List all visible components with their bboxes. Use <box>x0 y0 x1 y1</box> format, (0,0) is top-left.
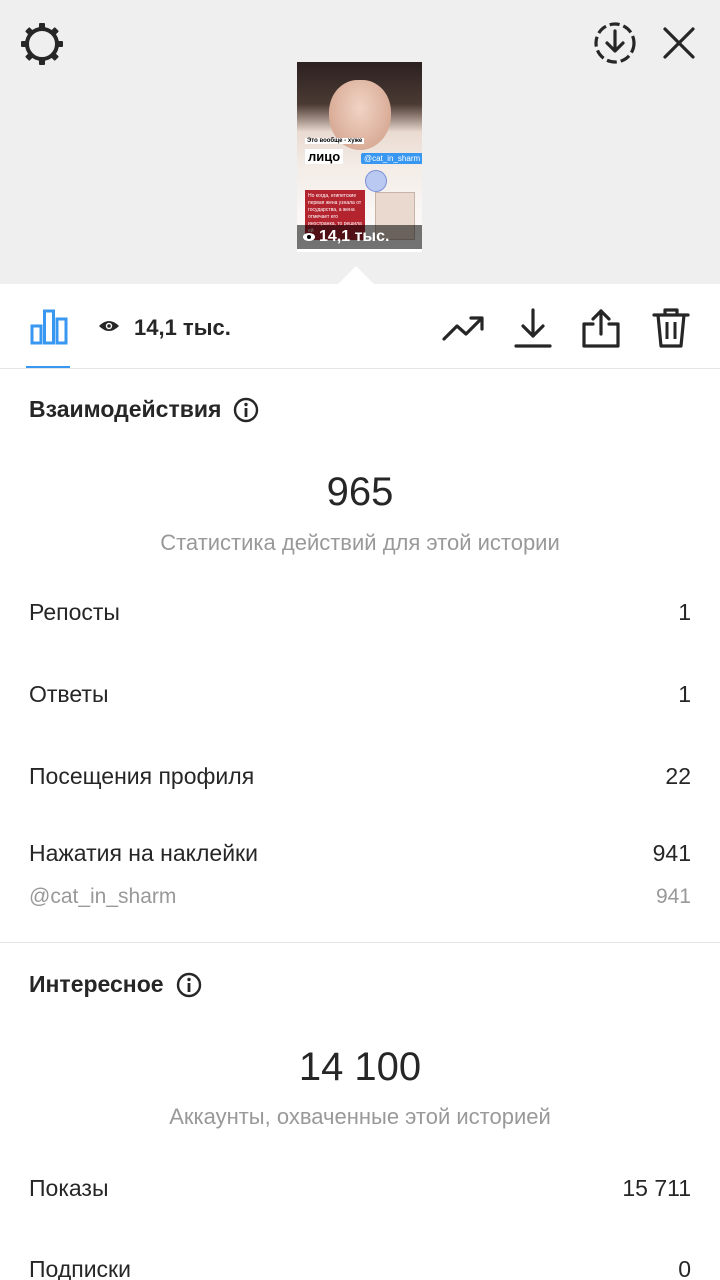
interactions-total: 965 <box>326 470 394 514</box>
info-icon[interactable] <box>176 972 202 998</box>
follows-label: Подписки <box>29 1256 131 1280</box>
trending-arrow-icon[interactable] <box>440 305 486 351</box>
impressions-label: Показы <box>29 1175 109 1201</box>
reposts-value: 1 <box>678 599 691 625</box>
reach-subtitle: Аккаунты, охваченные этой историей <box>169 1104 551 1129</box>
settings-gear-icon[interactable] <box>18 20 66 68</box>
thumbnail-caption-large: лицо <box>305 149 344 164</box>
close-icon[interactable] <box>656 20 702 66</box>
insights-tab-underline <box>26 366 70 368</box>
interactions-section-title: Взаимодействия <box>29 396 259 423</box>
download-circle-icon[interactable] <box>590 18 640 68</box>
profile-visits-value: 22 <box>665 763 691 789</box>
sticker-mention-value: 941 <box>655 885 691 908</box>
follows-value: 0 <box>678 1256 691 1280</box>
interactions-title-text: Взаимодействия <box>29 396 222 422</box>
trash-icon[interactable] <box>648 305 694 351</box>
thumbnail-sticker <box>365 170 387 192</box>
thumbnail-mention-tag: @cat_in_sharm <box>361 153 422 164</box>
story-preview-area: Это вообще - хуже лицо @cat_in_sharm Но … <box>0 0 720 285</box>
reposts-label: Репосты <box>29 599 120 625</box>
thumbnail-caption-small: Это вообще - хуже <box>305 138 365 144</box>
eye-icon <box>98 318 120 334</box>
sticker-taps-value: 941 <box>652 840 691 866</box>
impressions-value: 15 711 <box>622 1175 691 1201</box>
sticker-taps-label: Нажатия на наклейки <box>29 840 258 866</box>
discovery-section-title: Интересное <box>29 971 202 998</box>
thumbnail-views-count: 14,1 тыс. <box>319 228 390 245</box>
eye-icon <box>303 233 315 241</box>
story-toolbar: 14,1 тыс. <box>0 285 720 369</box>
reach-total: 14 100 <box>298 1045 422 1089</box>
share-upload-icon[interactable] <box>578 305 624 351</box>
story-thumbnail[interactable]: Это вообще - хуже лицо @cat_in_sharm Но … <box>297 62 422 252</box>
views-count: 14,1 тыс. <box>134 315 231 340</box>
insights-bar-chart-icon[interactable] <box>26 303 72 349</box>
discovery-title-text: Интересное <box>29 971 164 997</box>
save-download-icon[interactable] <box>510 305 556 351</box>
sticker-mention-label: @cat_in_sharm <box>29 885 177 908</box>
replies-label: Ответы <box>29 681 109 707</box>
preview-pointer <box>337 266 375 285</box>
section-divider <box>0 942 720 943</box>
replies-value: 1 <box>678 681 691 707</box>
thumbnail-views-overlay: 14,1 тыс. <box>297 225 422 249</box>
interactions-subtitle: Статистика действий для этой истории <box>160 530 560 555</box>
info-icon[interactable] <box>233 397 259 423</box>
profile-visits-label: Посещения профиля <box>29 763 255 789</box>
